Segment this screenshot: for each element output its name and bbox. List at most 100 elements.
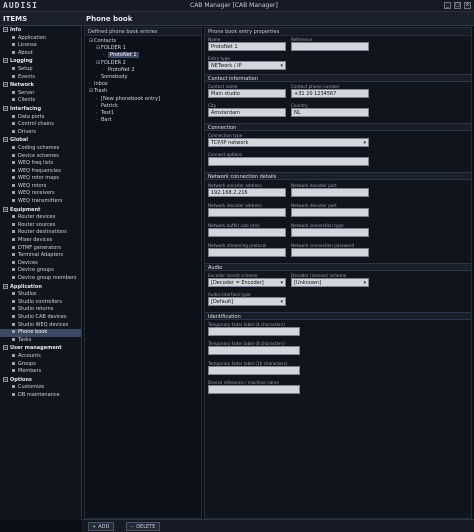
sidebar-item[interactable]: WEQ rotors (0, 183, 81, 191)
tree-item[interactable]: · ProtoNet 1 (85, 52, 201, 59)
sidebar-item[interactable]: Studio returns (0, 306, 81, 314)
sidebar-item[interactable]: Control chains (0, 121, 81, 129)
fader-label-8-field[interactable] (208, 346, 300, 355)
sidebar-item[interactable]: Coding schemes (0, 145, 81, 153)
collapse-icon[interactable]: − (3, 376, 8, 382)
tree-item[interactable]: · Bart (85, 117, 201, 124)
encoder-address-field[interactable]: 192.168.2.216 (208, 188, 286, 197)
sidebar-item[interactable]: Phone book (0, 329, 81, 337)
network-connection-type-field[interactable] (291, 228, 369, 237)
sidebar-item[interactable]: Groups (0, 361, 81, 369)
sidebar-item[interactable]: WEQ freq lists (0, 160, 81, 168)
sidebar-group[interactable]: − Options (0, 376, 81, 385)
sidebar-item[interactable]: Customize (0, 384, 81, 392)
sidebar-item[interactable]: Studio WEQ devices (0, 322, 81, 330)
delete-button[interactable]: − DELETE (126, 522, 161, 531)
sidebar-item[interactable]: Server (0, 90, 81, 98)
connect-options-field[interactable] (208, 157, 369, 166)
bullet-icon (12, 230, 15, 234)
tree-item[interactable]: ⊟FOLDER 1 (85, 45, 201, 52)
close-icon[interactable]: × (464, 2, 471, 9)
name-field[interactable]: ProtoNet 1 (208, 42, 286, 51)
reference-field[interactable] (291, 42, 369, 51)
network-password-field[interactable] (291, 248, 369, 257)
sidebar-group[interactable]: − Global (0, 136, 81, 145)
entry-type-select[interactable]: NETwork / IP (208, 61, 286, 70)
sidebar-group[interactable]: − Network (0, 81, 81, 90)
audio-interface-select[interactable]: [Default] (208, 297, 286, 306)
tree-item[interactable]: · ProtoNet 2 (85, 67, 201, 74)
buffer-size-field[interactable] (208, 228, 286, 237)
sidebar-item[interactable]: Device groups (0, 267, 81, 275)
sidebar-group[interactable]: − Interfacing (0, 105, 81, 114)
collapse-icon[interactable]: − (3, 345, 8, 351)
sidebar-item[interactable]: About (0, 50, 81, 58)
connection-type-select[interactable]: TCP/IP network (208, 138, 369, 147)
collapse-icon[interactable]: − (3, 137, 8, 143)
add-button[interactable]: + ADD (88, 522, 115, 531)
sidebar-item[interactable]: Tasks (0, 337, 81, 345)
tree-item[interactable]: · Test1 (85, 110, 201, 117)
tree-item[interactable]: · Inbox (85, 81, 201, 88)
streaming-protocol-field[interactable] (208, 248, 286, 257)
sidebar-group[interactable]: − Application (0, 283, 81, 292)
sidebar-item[interactable]: Studio CAB devices (0, 314, 81, 322)
sidebar-item[interactable]: Devices (0, 260, 81, 268)
collapse-icon[interactable]: − (3, 105, 8, 111)
contact-phone-field[interactable]: +31 20 1234567 (291, 89, 369, 98)
sidebar-item[interactable]: Terminal Adapters (0, 252, 81, 260)
decoder-scheme-select[interactable]: [Unknown] (291, 278, 369, 287)
sidebar-item[interactable]: Data ports (0, 114, 81, 122)
sidebar-group[interactable]: − User management (0, 344, 81, 353)
sidebar-item[interactable]: Setup (0, 66, 81, 74)
sidebar-item[interactable]: Device group members (0, 275, 81, 283)
sidebar-item[interactable]: Drivers (0, 129, 81, 137)
encoder-scheme-select[interactable]: [Decoder = Encoder] (208, 278, 286, 287)
sidebar-item[interactable]: DTMF generators (0, 245, 81, 253)
fader-label-4-field[interactable] (208, 327, 300, 336)
sidebar-item[interactable]: DB maintenance (0, 392, 81, 400)
sidebar-item[interactable]: WEQ transmitters (0, 198, 81, 206)
sidebar-group[interactable]: − Logging (0, 57, 81, 66)
sidebar-item[interactable]: Events (0, 74, 81, 82)
encoder-port-field[interactable] (291, 188, 369, 197)
collapse-icon[interactable]: − (3, 206, 8, 212)
tree-item[interactable]: ⊟FOLDER 2 (85, 60, 201, 67)
tree-item[interactable]: · [New phonebook entry] (85, 96, 201, 103)
sidebar-item[interactable]: WEQ receivers (0, 190, 81, 198)
sidebar-item[interactable]: WEQ frequencies (0, 168, 81, 176)
fader-label-16-field[interactable] (208, 366, 300, 375)
minimize-icon[interactable]: _ (444, 2, 451, 9)
country-field[interactable]: NL (291, 108, 369, 117)
maximize-icon[interactable]: □ (454, 2, 461, 9)
sidebar-group[interactable]: − Equipment (0, 206, 81, 215)
sidebar-item[interactable]: License (0, 42, 81, 50)
contact-name-field[interactable]: Main studio (208, 89, 286, 98)
sidebar-item[interactable]: Accounts (0, 353, 81, 361)
collapse-icon[interactable]: − (3, 82, 8, 88)
city-field[interactable]: Amsterdam (208, 108, 286, 117)
sidebar-item[interactable]: Router destinations (0, 229, 81, 237)
sidebar-item[interactable]: Router devices (0, 214, 81, 222)
sidebar-item[interactable]: WEQ rotor maps (0, 175, 81, 183)
sidebar-item[interactable]: Router sources (0, 222, 81, 230)
tree-item[interactable]: ⊟Contacts (85, 38, 201, 45)
sidebar-item[interactable]: Device schemes (0, 153, 81, 161)
sidebar-item[interactable]: Studios (0, 291, 81, 299)
tree-item-label: ProtoNet 2 (108, 66, 135, 73)
sidebar-item[interactable]: Clients (0, 97, 81, 105)
sidebar-group[interactable]: − Info (0, 26, 81, 35)
collapse-icon[interactable]: − (3, 58, 8, 64)
collapse-icon[interactable]: − (3, 283, 8, 289)
collapse-icon[interactable]: − (3, 27, 8, 32)
tree-item[interactable]: · Somebody (85, 74, 201, 81)
sidebar-item[interactable]: Members (0, 368, 81, 376)
tree-item[interactable]: · Patrick (85, 103, 201, 110)
decoder-port-field[interactable] (291, 208, 369, 217)
sidebar-item[interactable]: Studio controllers (0, 299, 81, 307)
device-reference-field[interactable] (208, 385, 300, 394)
decoder-address-field[interactable] (208, 208, 286, 217)
sidebar-item[interactable]: Mixer devices (0, 237, 81, 245)
tree-item[interactable]: ⊟Trash (85, 88, 201, 95)
sidebar-item[interactable]: Application (0, 35, 81, 43)
